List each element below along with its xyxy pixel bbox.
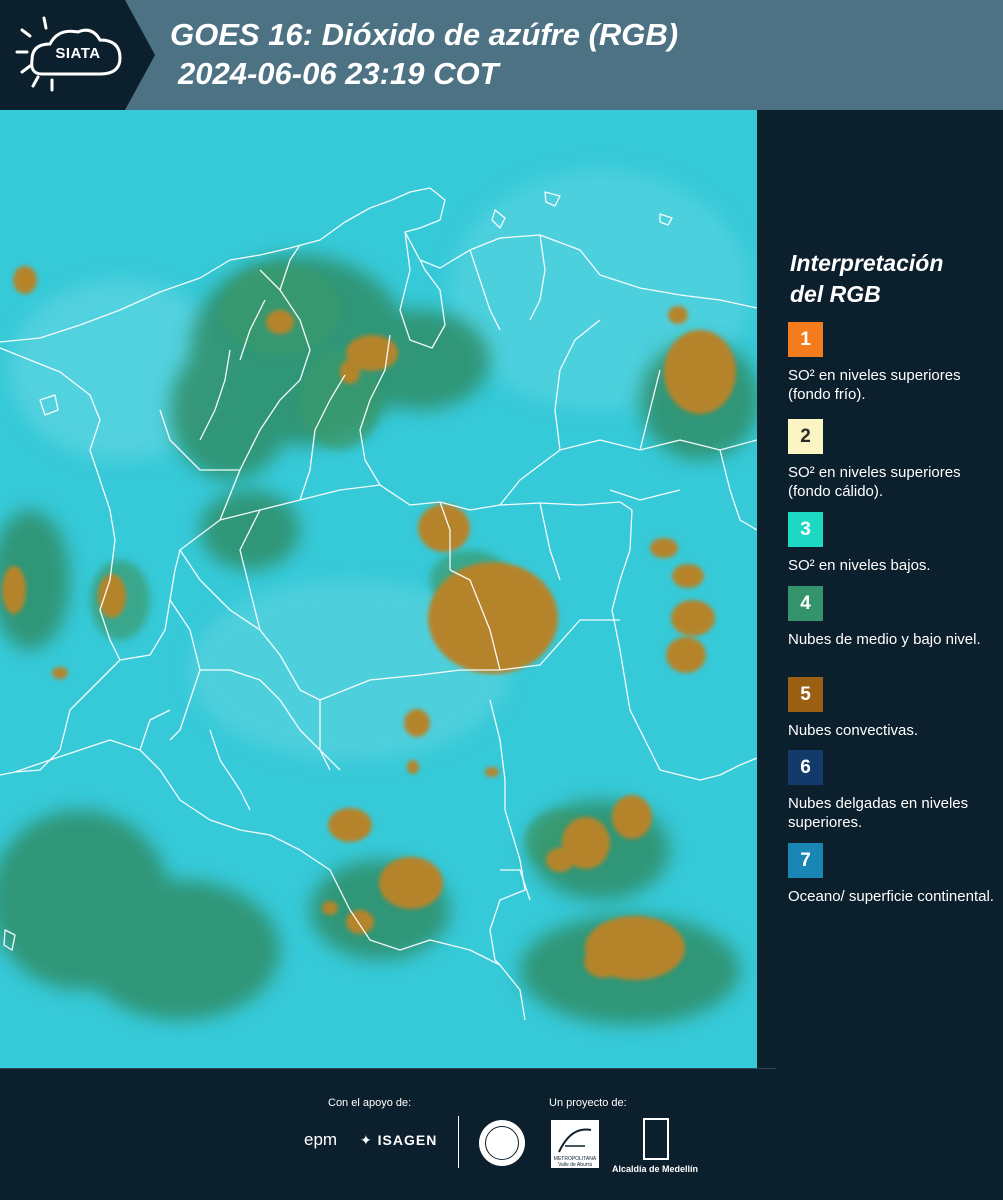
page-title: GOES 16: Dióxido de azúfre (RGB)	[170, 17, 679, 52]
isagen-logo-text: ISAGEN	[377, 1132, 438, 1148]
area-logo-text: METROPOLITANA Valle de Aburrá	[553, 1156, 597, 1168]
legend-swatch-2: 2	[788, 419, 823, 454]
medellin-seal-icon	[479, 1120, 525, 1166]
isagen-logo: ✦ ISAGEN	[360, 1132, 438, 1148]
siata-logo: SIATA	[0, 0, 155, 110]
legend-item-7: 7 Oceano/ superficie continental.	[788, 843, 998, 906]
legend-swatch-7: 7	[788, 843, 823, 878]
legend-swatch-1: 1	[788, 322, 823, 357]
legend-swatch-6: 6	[788, 750, 823, 785]
legend-desc-5: Nubes convectivas.	[788, 722, 919, 739]
legend-desc-7: Oceano/ superficie continental.	[788, 888, 994, 905]
legend-swatch-5: 5	[788, 677, 823, 712]
footer-divider-line	[0, 1068, 776, 1069]
legend-desc-2: SO² en niveles superiores (fondo cálido)…	[788, 464, 961, 500]
alcaldia-label: Alcaldía de Medellín	[612, 1164, 699, 1174]
legend-item-1: 1 SO² en niveles superiores (fondo frío)…	[788, 322, 998, 404]
support-label: Con el apoyo de:	[328, 1097, 412, 1109]
epm-logo: epm	[304, 1130, 338, 1149]
legend-panel: Interpretación del RGB 1 SO² en niveles …	[760, 110, 1003, 1068]
legend-desc-6: Nubes delgadas en niveles superiores.	[788, 795, 969, 831]
legend-title-line1: Interpretación	[790, 250, 944, 276]
legend-item-4: 4 Nubes de medio y bajo nivel.	[788, 586, 998, 649]
area-metropolitana-logo: METROPOLITANA Valle de Aburrá	[551, 1120, 599, 1168]
legend-desc-4: Nubes de medio y bajo nivel.	[788, 631, 981, 648]
legend-swatch-4: 4	[788, 586, 823, 621]
legend-swatch-3: 3	[788, 512, 823, 547]
legend-title-line2: del RGB	[790, 281, 881, 307]
footer-vertical-divider	[458, 1116, 459, 1168]
legend-item-6: 6 Nubes delgadas en niveles superiores.	[788, 750, 998, 832]
legend-item-5: 5 Nubes convectivas.	[788, 677, 998, 740]
footer: Con el apoyo de: Un proyecto de: epm ✦ I…	[0, 1068, 1003, 1200]
logo-text: SIATA	[55, 45, 101, 62]
legend-item-2: 2 SO² en niveles superiores (fondo cálid…	[788, 419, 998, 501]
header-bar: SIATA GOES 16: Dióxido de azúfre (RGB) 2…	[0, 0, 1003, 110]
legend-desc-3: SO² en niveles bajos.	[788, 557, 931, 574]
satellite-map	[0, 110, 757, 1068]
alcaldia-shield-icon	[643, 1118, 669, 1160]
project-label: Un proyecto de:	[549, 1097, 627, 1109]
legend-item-3: 3 SO² en niveles bajos.	[788, 512, 998, 575]
timestamp: 2024-06-06 23:19 COT	[178, 56, 499, 91]
legend-desc-1: SO² en niveles superiores (fondo frío).	[788, 367, 961, 403]
legend-title: Interpretación del RGB	[790, 248, 990, 310]
